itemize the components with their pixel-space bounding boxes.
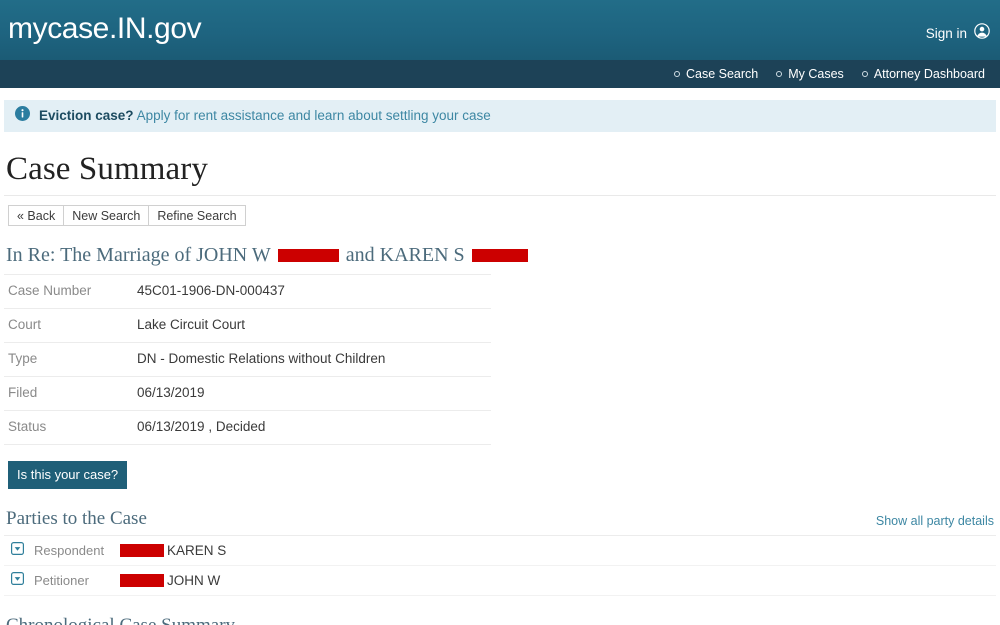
detail-value: 06/13/2019 bbox=[137, 385, 205, 400]
table-row: Court Lake Circuit Court bbox=[4, 308, 491, 343]
banner-link[interactable]: Apply for rent assistance and learn abou… bbox=[137, 108, 491, 123]
bullet-icon bbox=[673, 71, 680, 77]
detail-label: Filed bbox=[8, 385, 38, 400]
table-row: Type DN - Domestic Relations without Chi… bbox=[4, 342, 491, 377]
sign-in-button[interactable]: Sign in bbox=[926, 23, 990, 44]
back-button[interactable]: « Back bbox=[8, 205, 64, 226]
banner-strong-text: Eviction case? bbox=[39, 108, 134, 123]
nav-item-label: Attorney Dashboard bbox=[873, 67, 985, 81]
list-item[interactable]: Petitioner JOHN W bbox=[4, 566, 996, 596]
banner-message: Eviction case? Apply for rent assistance… bbox=[39, 108, 491, 124]
table-row: Status 06/13/2019 , Decided bbox=[4, 410, 491, 445]
section-divider bbox=[4, 535, 996, 536]
party-name: KAREN S bbox=[167, 542, 227, 558]
redaction-block bbox=[120, 574, 164, 587]
table-row: Filed 06/13/2019 bbox=[4, 376, 491, 411]
primary-navigation: Case Search My Cases Attorney Dashboard bbox=[0, 60, 1000, 88]
search-toolbar: « Back New Search Refine Search bbox=[8, 205, 996, 226]
expand-toggle-icon[interactable] bbox=[11, 541, 25, 560]
new-search-button[interactable]: New Search bbox=[63, 205, 149, 226]
redaction-block bbox=[277, 248, 339, 262]
detail-label: Court bbox=[8, 317, 42, 332]
eviction-info-banner: Eviction case? Apply for rent assistance… bbox=[4, 100, 996, 132]
is-this-your-case-button[interactable]: Is this your case? bbox=[8, 461, 128, 489]
page-content: Case Summary « Back New Search Refine Se… bbox=[0, 149, 1000, 625]
party-role: Respondent bbox=[34, 543, 105, 558]
detail-value: 06/13/2019 , Decided bbox=[137, 419, 266, 434]
user-circle-icon bbox=[974, 23, 990, 44]
list-item[interactable]: Respondent KAREN S bbox=[4, 536, 996, 566]
nav-item-case-search[interactable]: Case Search bbox=[665, 67, 767, 81]
detail-value: Lake Circuit Court bbox=[137, 317, 246, 332]
nav-item-label: My Cases bbox=[788, 67, 844, 81]
parties-section-title: Parties to the Case bbox=[6, 508, 147, 529]
detail-label: Type bbox=[8, 351, 38, 366]
detail-label: Status bbox=[8, 419, 47, 434]
table-row: Case Number 45C01-1906-DN-000437 bbox=[4, 274, 491, 309]
chronological-section-title: Chronological Case Summary bbox=[6, 614, 996, 625]
party-name: JOHN W bbox=[167, 572, 221, 588]
page-title: Case Summary bbox=[6, 151, 208, 187]
site-header: mycase.IN.gov Sign in bbox=[0, 0, 1000, 60]
detail-value: DN - Domestic Relations without Children bbox=[137, 351, 386, 366]
site-logo[interactable]: mycase.IN.gov bbox=[8, 12, 202, 46]
chronological-section-header: Chronological Case Summary bbox=[4, 614, 996, 625]
case-caption: In Re: The Marriage of JOHN W and KAREN … bbox=[6, 243, 996, 267]
info-circle-icon bbox=[15, 106, 30, 126]
case-details-table: Case Number 45C01-1906-DN-000437 Court L… bbox=[4, 274, 491, 445]
expand-toggle-icon[interactable] bbox=[11, 571, 25, 590]
redaction-block bbox=[471, 248, 528, 262]
party-role: Petitioner bbox=[34, 573, 89, 588]
refine-search-button[interactable]: Refine Search bbox=[148, 205, 246, 226]
nav-item-attorney-dashboard[interactable]: Attorney Dashboard bbox=[853, 67, 994, 81]
title-divider bbox=[4, 195, 996, 196]
detail-label: Case Number bbox=[8, 283, 92, 298]
case-caption-part-two: and KAREN S bbox=[345, 244, 465, 266]
sign-in-label: Sign in bbox=[925, 26, 967, 41]
show-all-party-details-link[interactable]: Show all party details bbox=[876, 514, 994, 529]
parties-section-header: Parties to the Case Show all party detai… bbox=[4, 507, 996, 536]
detail-value: 45C01-1906-DN-000437 bbox=[137, 283, 285, 298]
nav-item-my-cases[interactable]: My Cases bbox=[767, 67, 853, 81]
bullet-icon bbox=[861, 71, 868, 77]
case-caption-part-one: In Re: The Marriage of JOHN W bbox=[6, 244, 271, 266]
redaction-block bbox=[120, 544, 164, 557]
bullet-icon bbox=[776, 71, 783, 77]
nav-item-label: Case Search bbox=[685, 67, 759, 81]
